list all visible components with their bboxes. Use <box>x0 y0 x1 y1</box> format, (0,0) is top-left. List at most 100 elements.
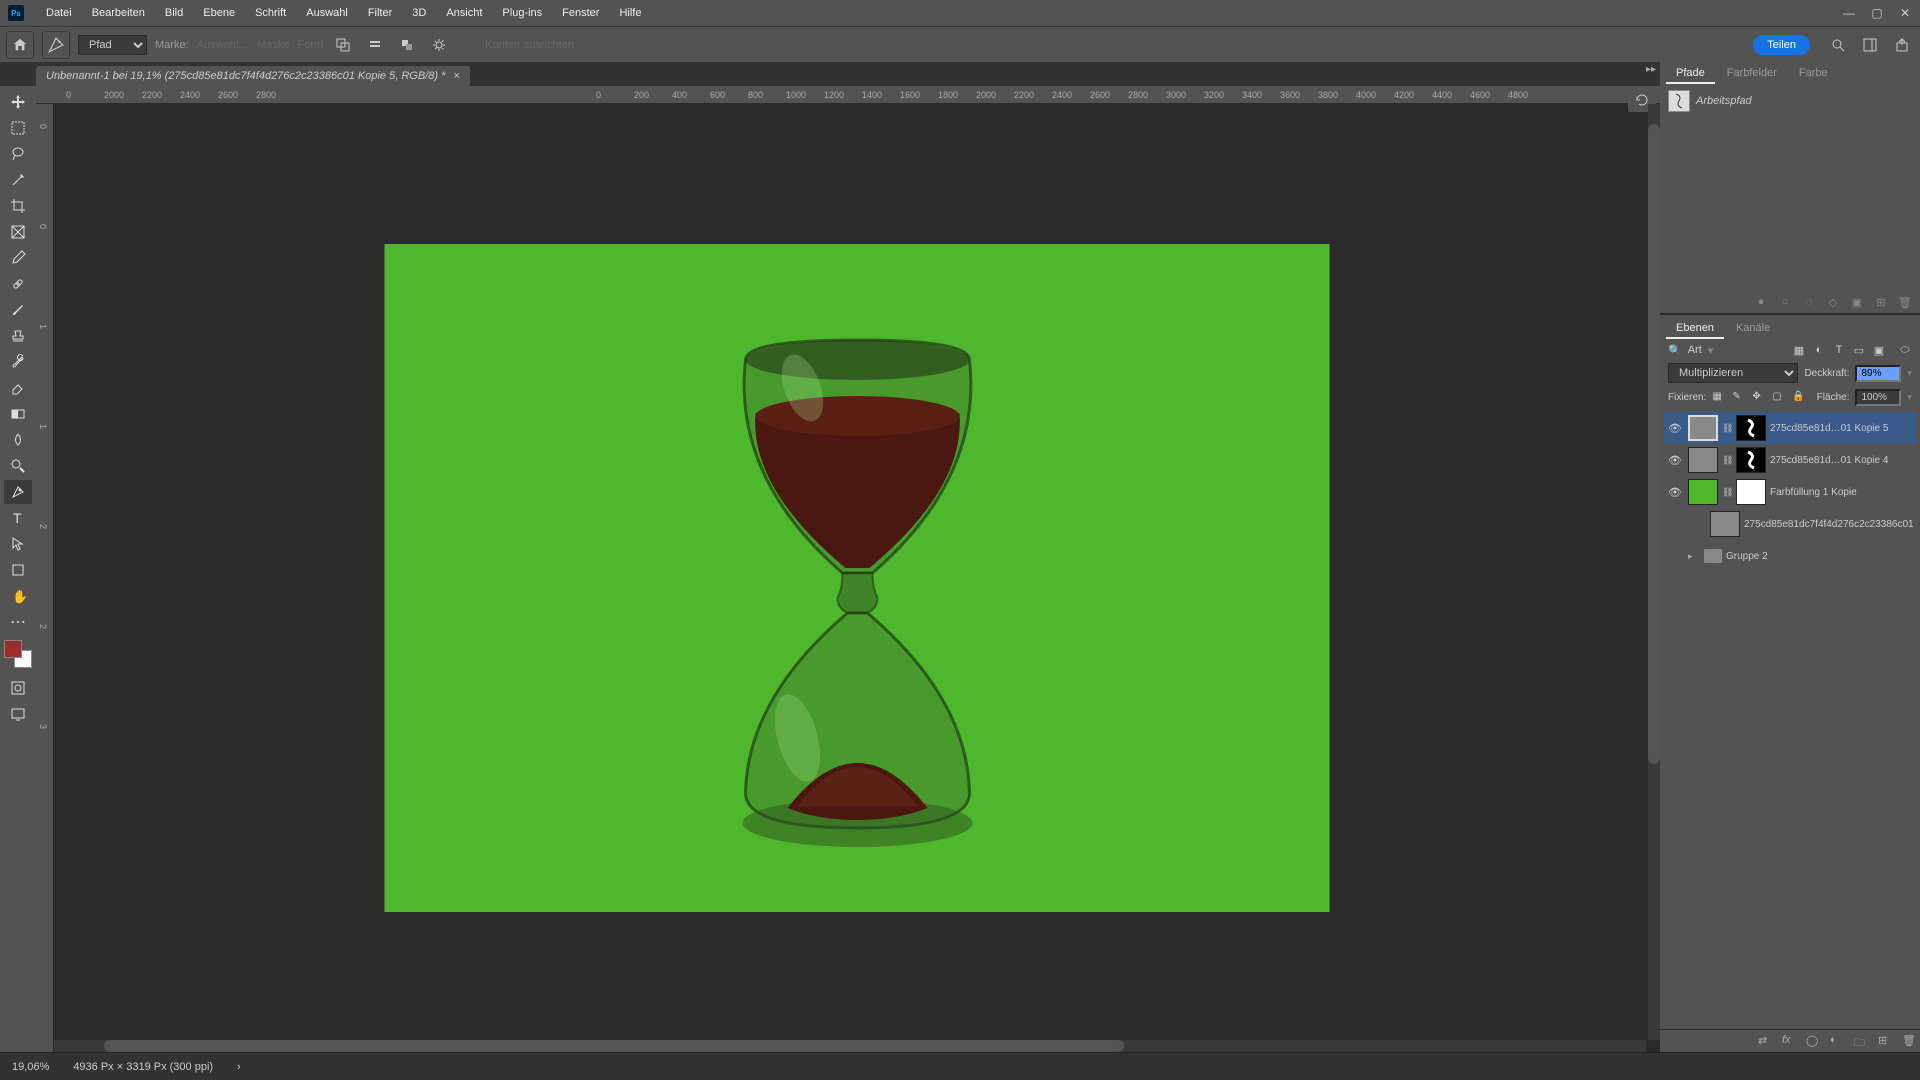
workspace-icon[interactable] <box>1858 33 1882 57</box>
fill-label[interactable]: Fläche: <box>1817 392 1850 403</box>
filter-type-icon[interactable]: T <box>1832 343 1846 357</box>
menu-item[interactable]: Ansicht <box>436 7 492 19</box>
selection-button[interactable]: Auswahl… <box>197 39 250 51</box>
link-icon[interactable]: ⛓ <box>1722 423 1732 434</box>
shape-tool[interactable] <box>4 558 32 582</box>
fx-icon[interactable]: fx <box>1782 1034 1796 1048</box>
scrollbar-thumb[interactable] <box>1648 124 1660 764</box>
layer-item[interactable]: 👁 ⛓ 275cd85e81d…01 Kopie 4 <box>1664 444 1916 476</box>
crop-tool[interactable] <box>4 194 32 218</box>
stamp-tool[interactable] <box>4 324 32 348</box>
menu-item[interactable]: Auswahl <box>296 7 358 19</box>
canvas-viewport[interactable] <box>54 104 1660 1052</box>
mask-button[interactable]: Maske <box>257 39 289 51</box>
more-tools[interactable]: ⋯ <box>4 610 32 634</box>
close-tab-icon[interactable]: × <box>453 70 459 82</box>
horizontal-ruler[interactable]: 0 2000 2200 2400 2600 2800 0 200 400 600… <box>36 86 1660 104</box>
status-chevron-icon[interactable]: › <box>237 1061 241 1073</box>
doc-dimensions[interactable]: 4936 Px × 3319 Px (300 ppi) <box>73 1061 213 1073</box>
move-tool[interactable] <box>4 90 32 114</box>
eyedropper-tool[interactable] <box>4 246 32 270</box>
layer-thumbnail[interactable] <box>1688 447 1718 473</box>
share-button[interactable]: Teilen <box>1753 35 1810 55</box>
menu-item[interactable]: Schrift <box>245 7 296 19</box>
pen-tool[interactable] <box>4 480 32 504</box>
layer-item[interactable]: 👁 ⛓ Farbfüllung 1 Kopie <box>1664 476 1916 508</box>
path-to-selection-icon[interactable]: ◌ <box>1802 295 1816 309</box>
visibility-icon[interactable] <box>1666 547 1684 565</box>
layer-name[interactable]: 275cd85e81dc7f4f4d276c2c23386c01 <box>1744 519 1914 530</box>
visibility-icon[interactable]: 👁 <box>1666 419 1684 437</box>
menu-item[interactable]: Fenster <box>552 7 609 19</box>
layer-name[interactable]: Gruppe 2 <box>1726 551 1914 562</box>
new-group-icon[interactable]: 🗀 <box>1854 1034 1868 1048</box>
path-op-icon[interactable] <box>331 33 355 57</box>
new-path-icon[interactable]: ⊞ <box>1874 295 1888 309</box>
type-tool[interactable]: T <box>4 506 32 530</box>
path-align-icon[interactable] <box>363 33 387 57</box>
new-layer-icon[interactable]: ⊞ <box>1878 1034 1892 1048</box>
opacity-input[interactable] <box>1855 365 1901 382</box>
menu-item[interactable]: 3D <box>402 7 436 19</box>
link-icon[interactable]: ⛓ <box>1722 455 1732 466</box>
adjustment-icon[interactable]: ◐ <box>1830 1034 1844 1048</box>
path-item[interactable]: Arbeitspfad <box>1664 88 1916 114</box>
menu-item[interactable]: Datei <box>36 7 82 19</box>
filter-pixel-icon[interactable]: ▦ <box>1792 343 1806 357</box>
lock-pixels-icon[interactable]: ✎ <box>1732 391 1746 405</box>
menu-item[interactable]: Hilfe <box>609 7 651 19</box>
minimize-icon[interactable]: — <box>1842 6 1856 20</box>
close-icon[interactable]: ✕ <box>1898 6 1912 20</box>
screenmode-tool[interactable] <box>4 702 32 726</box>
search-icon[interactable] <box>1826 33 1850 57</box>
frame-tool[interactable] <box>4 220 32 244</box>
selection-to-path-icon[interactable]: ◇ <box>1826 295 1840 309</box>
menu-item[interactable]: Bild <box>155 7 193 19</box>
maximize-icon[interactable]: ▢ <box>1870 6 1884 20</box>
menu-item[interactable]: Plug-ins <box>492 7 552 19</box>
mask-thumbnail[interactable] <box>1736 447 1766 473</box>
scrollbar-thumb[interactable] <box>104 1040 1124 1052</box>
zoom-level[interactable]: 19,06% <box>12 1061 49 1073</box>
path-arrange-icon[interactable] <box>395 33 419 57</box>
export-icon[interactable] <box>1890 33 1914 57</box>
tab-swatches[interactable]: Farbfelder <box>1717 64 1787 84</box>
hand-tool[interactable]: ✋ <box>4 584 32 608</box>
filter-shape-icon[interactable]: ▭ <box>1852 343 1866 357</box>
tab-paths[interactable]: Pfade <box>1666 64 1715 84</box>
tab-layers[interactable]: Ebenen <box>1666 319 1724 339</box>
history-brush-tool[interactable] <box>4 350 32 374</box>
gradient-tool[interactable] <box>4 402 32 426</box>
healing-tool[interactable] <box>4 272 32 296</box>
dodge-tool[interactable] <box>4 454 32 478</box>
lock-all-icon[interactable]: 🔒 <box>1792 391 1806 405</box>
layer-name[interactable]: 275cd85e81d…01 Kopie 4 <box>1770 455 1914 466</box>
filter-toggle-icon[interactable]: ⬭ <box>1898 343 1912 357</box>
canvas[interactable] <box>385 244 1330 912</box>
tab-channels[interactable]: Kanäle <box>1726 319 1780 339</box>
visibility-icon[interactable]: 👁 <box>1666 483 1684 501</box>
path-select-tool[interactable] <box>4 532 32 556</box>
menu-item[interactable]: Bearbeiten <box>82 7 155 19</box>
lock-artboard-icon[interactable]: ▢ <box>1772 391 1786 405</box>
visibility-icon[interactable]: 👁 <box>1666 451 1684 469</box>
mask-thumbnail[interactable] <box>1736 415 1766 441</box>
blur-tool[interactable] <box>4 428 32 452</box>
layer-item[interactable]: 275cd85e81dc7f4f4d276c2c23386c01 <box>1664 508 1916 540</box>
fg-color-swatch[interactable] <box>4 640 22 658</box>
eraser-tool[interactable] <box>4 376 32 400</box>
brush-tool[interactable] <box>4 298 32 322</box>
lock-position-icon[interactable]: ✥ <box>1752 391 1766 405</box>
search-icon[interactable]: 🔍 <box>1668 344 1682 357</box>
path-mode-select[interactable]: Pfad <box>78 35 147 55</box>
visibility-icon[interactable] <box>1666 515 1684 533</box>
blend-mode-select[interactable]: Multiplizieren <box>1668 363 1798 383</box>
wand-tool[interactable] <box>4 168 32 192</box>
expand-icon[interactable]: ▸ <box>1688 551 1700 562</box>
add-mask-icon[interactable]: ▣ <box>1850 295 1864 309</box>
delete-layer-icon[interactable]: 🗑 <box>1902 1034 1916 1048</box>
menu-item[interactable]: Filter <box>358 7 402 19</box>
horizontal-scrollbar[interactable] <box>54 1040 1646 1052</box>
color-swatches[interactable] <box>4 640 32 668</box>
collapse-panels-icon[interactable]: ▸▸ <box>1646 64 1656 75</box>
